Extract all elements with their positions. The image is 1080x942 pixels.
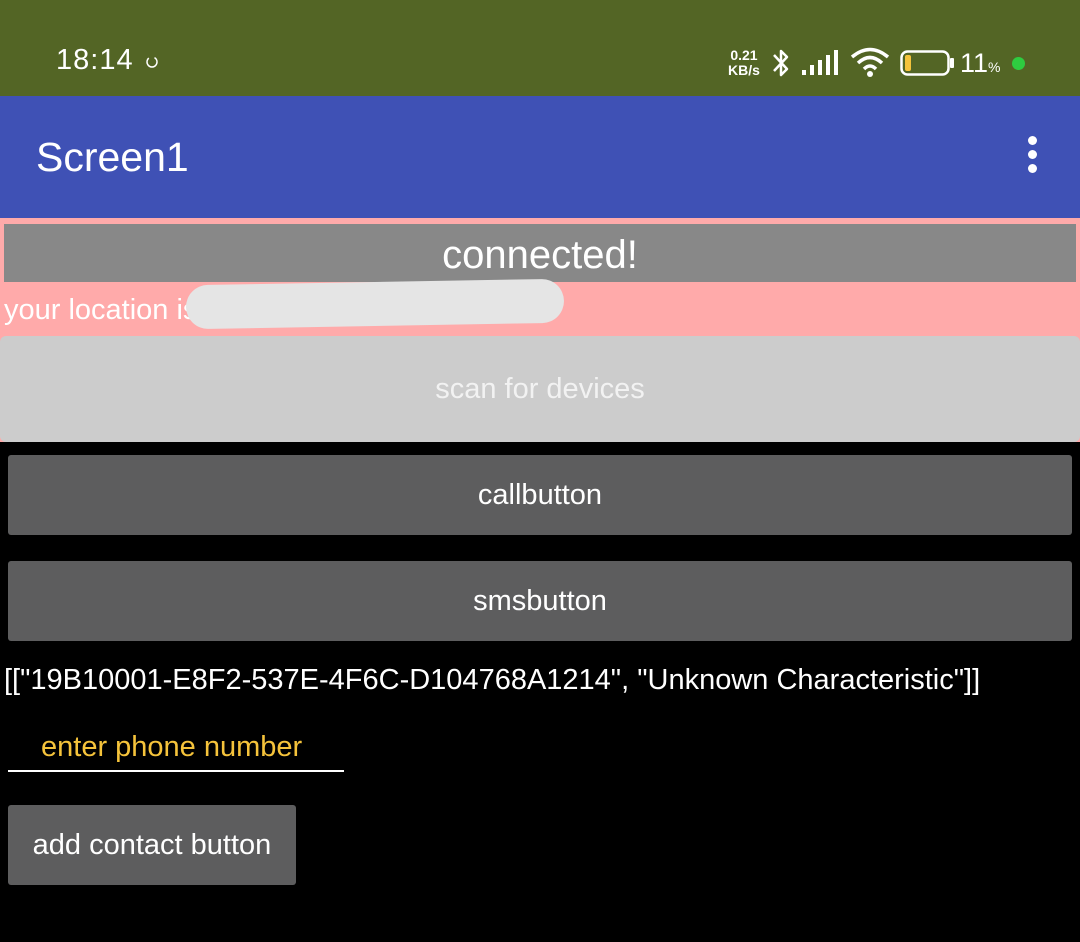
bluetooth-icon bbox=[773, 49, 789, 77]
network-speed-unit: KB/s bbox=[728, 62, 760, 78]
network-speed-value: 0.21 bbox=[730, 47, 758, 63]
status-section: connected! your location is scan for dev… bbox=[0, 218, 1080, 442]
wifi-icon bbox=[850, 47, 890, 77]
add-contact-button[interactable]: add contact button bbox=[8, 805, 296, 885]
overflow-menu-icon[interactable] bbox=[1014, 136, 1050, 180]
connection-status-label: connected! bbox=[4, 224, 1076, 282]
redacted-location bbox=[185, 278, 565, 330]
characteristics-list: [["19B10001-E8F2-537E-4F6C-D104768A1214"… bbox=[4, 664, 981, 696]
battery-value: 11 bbox=[960, 48, 989, 78]
location-label: your location is bbox=[4, 294, 198, 326]
sync-icon bbox=[146, 56, 158, 68]
battery-icon bbox=[900, 50, 954, 76]
phone-number-input[interactable] bbox=[8, 724, 344, 772]
charging-indicator bbox=[1012, 57, 1025, 70]
battery-percentage: 11% bbox=[960, 48, 1000, 79]
sms-button[interactable]: smsbutton bbox=[8, 561, 1072, 641]
app-title: Screen1 bbox=[36, 134, 189, 180]
app-bar: Screen1 bbox=[0, 96, 1080, 218]
battery-unit: % bbox=[988, 59, 1001, 75]
clock-time: 18:14 bbox=[56, 44, 134, 76]
scan-devices-button[interactable]: scan for devices bbox=[0, 336, 1080, 442]
signal-icon bbox=[802, 50, 838, 75]
call-button[interactable]: callbutton bbox=[8, 455, 1072, 535]
status-bar: 18:14 0.21 KB/s 11% bbox=[0, 0, 1080, 96]
network-speed: 0.21 KB/s bbox=[728, 48, 760, 78]
